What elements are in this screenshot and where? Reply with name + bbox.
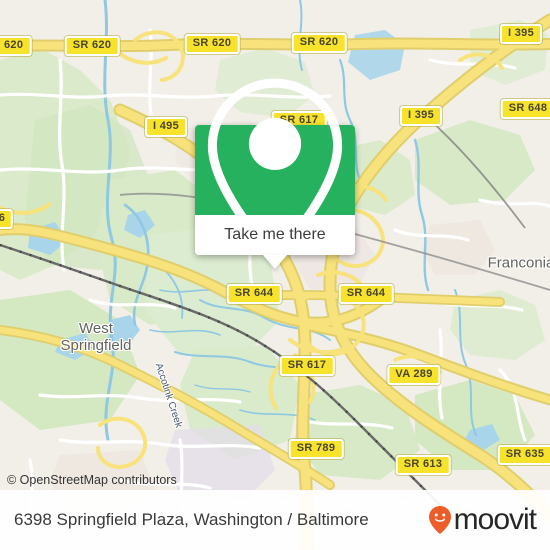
popup-pointer-tail: [263, 255, 287, 269]
moovit-wordmark: moovit: [453, 503, 537, 536]
location-popup-card[interactable]: Take me there: [195, 78, 355, 269]
map-canvas[interactable]: SR 620 SR 620 SR 620 SR 620 I 395 I 395 …: [0, 0, 550, 550]
road-shield[interactable]: I 395: [400, 106, 442, 126]
road-shield[interactable]: I 395: [500, 24, 542, 44]
road-shield[interactable]: SR 635: [497, 445, 550, 465]
road-shield[interactable]: SR 620: [64, 36, 120, 56]
map-screenshot: SR 620 SR 620 SR 620 SR 620 I 395 I 395 …: [0, 0, 550, 550]
road-shield[interactable]: SR 648: [500, 99, 550, 119]
popup-header: [195, 78, 355, 264]
footer-bar: 6398 Springfield Plaza, Washington / Bal…: [0, 490, 550, 550]
road-shield[interactable]: 6: [0, 209, 14, 229]
road-shield[interactable]: SR 613: [395, 455, 451, 475]
moovit-smiley-pin-icon: [428, 506, 451, 534]
road-shield[interactable]: I 495: [145, 117, 187, 137]
osm-attribution[interactable]: © OpenStreetMap contributors: [7, 473, 177, 487]
road-shield[interactable]: VA 289: [387, 365, 441, 385]
place-label-west-springfield: West Springfield: [60, 320, 132, 354]
road-shield[interactable]: SR 620: [0, 36, 32, 56]
take-me-there-label: Take me there: [224, 226, 326, 243]
address-title: 6398 Springfield Plaza, Washington / Bal…: [14, 510, 369, 529]
place-label-franconia: Franconia: [487, 254, 550, 272]
moovit-logo[interactable]: moovit: [428, 503, 537, 536]
map-pin-icon: [207, 78, 343, 264]
